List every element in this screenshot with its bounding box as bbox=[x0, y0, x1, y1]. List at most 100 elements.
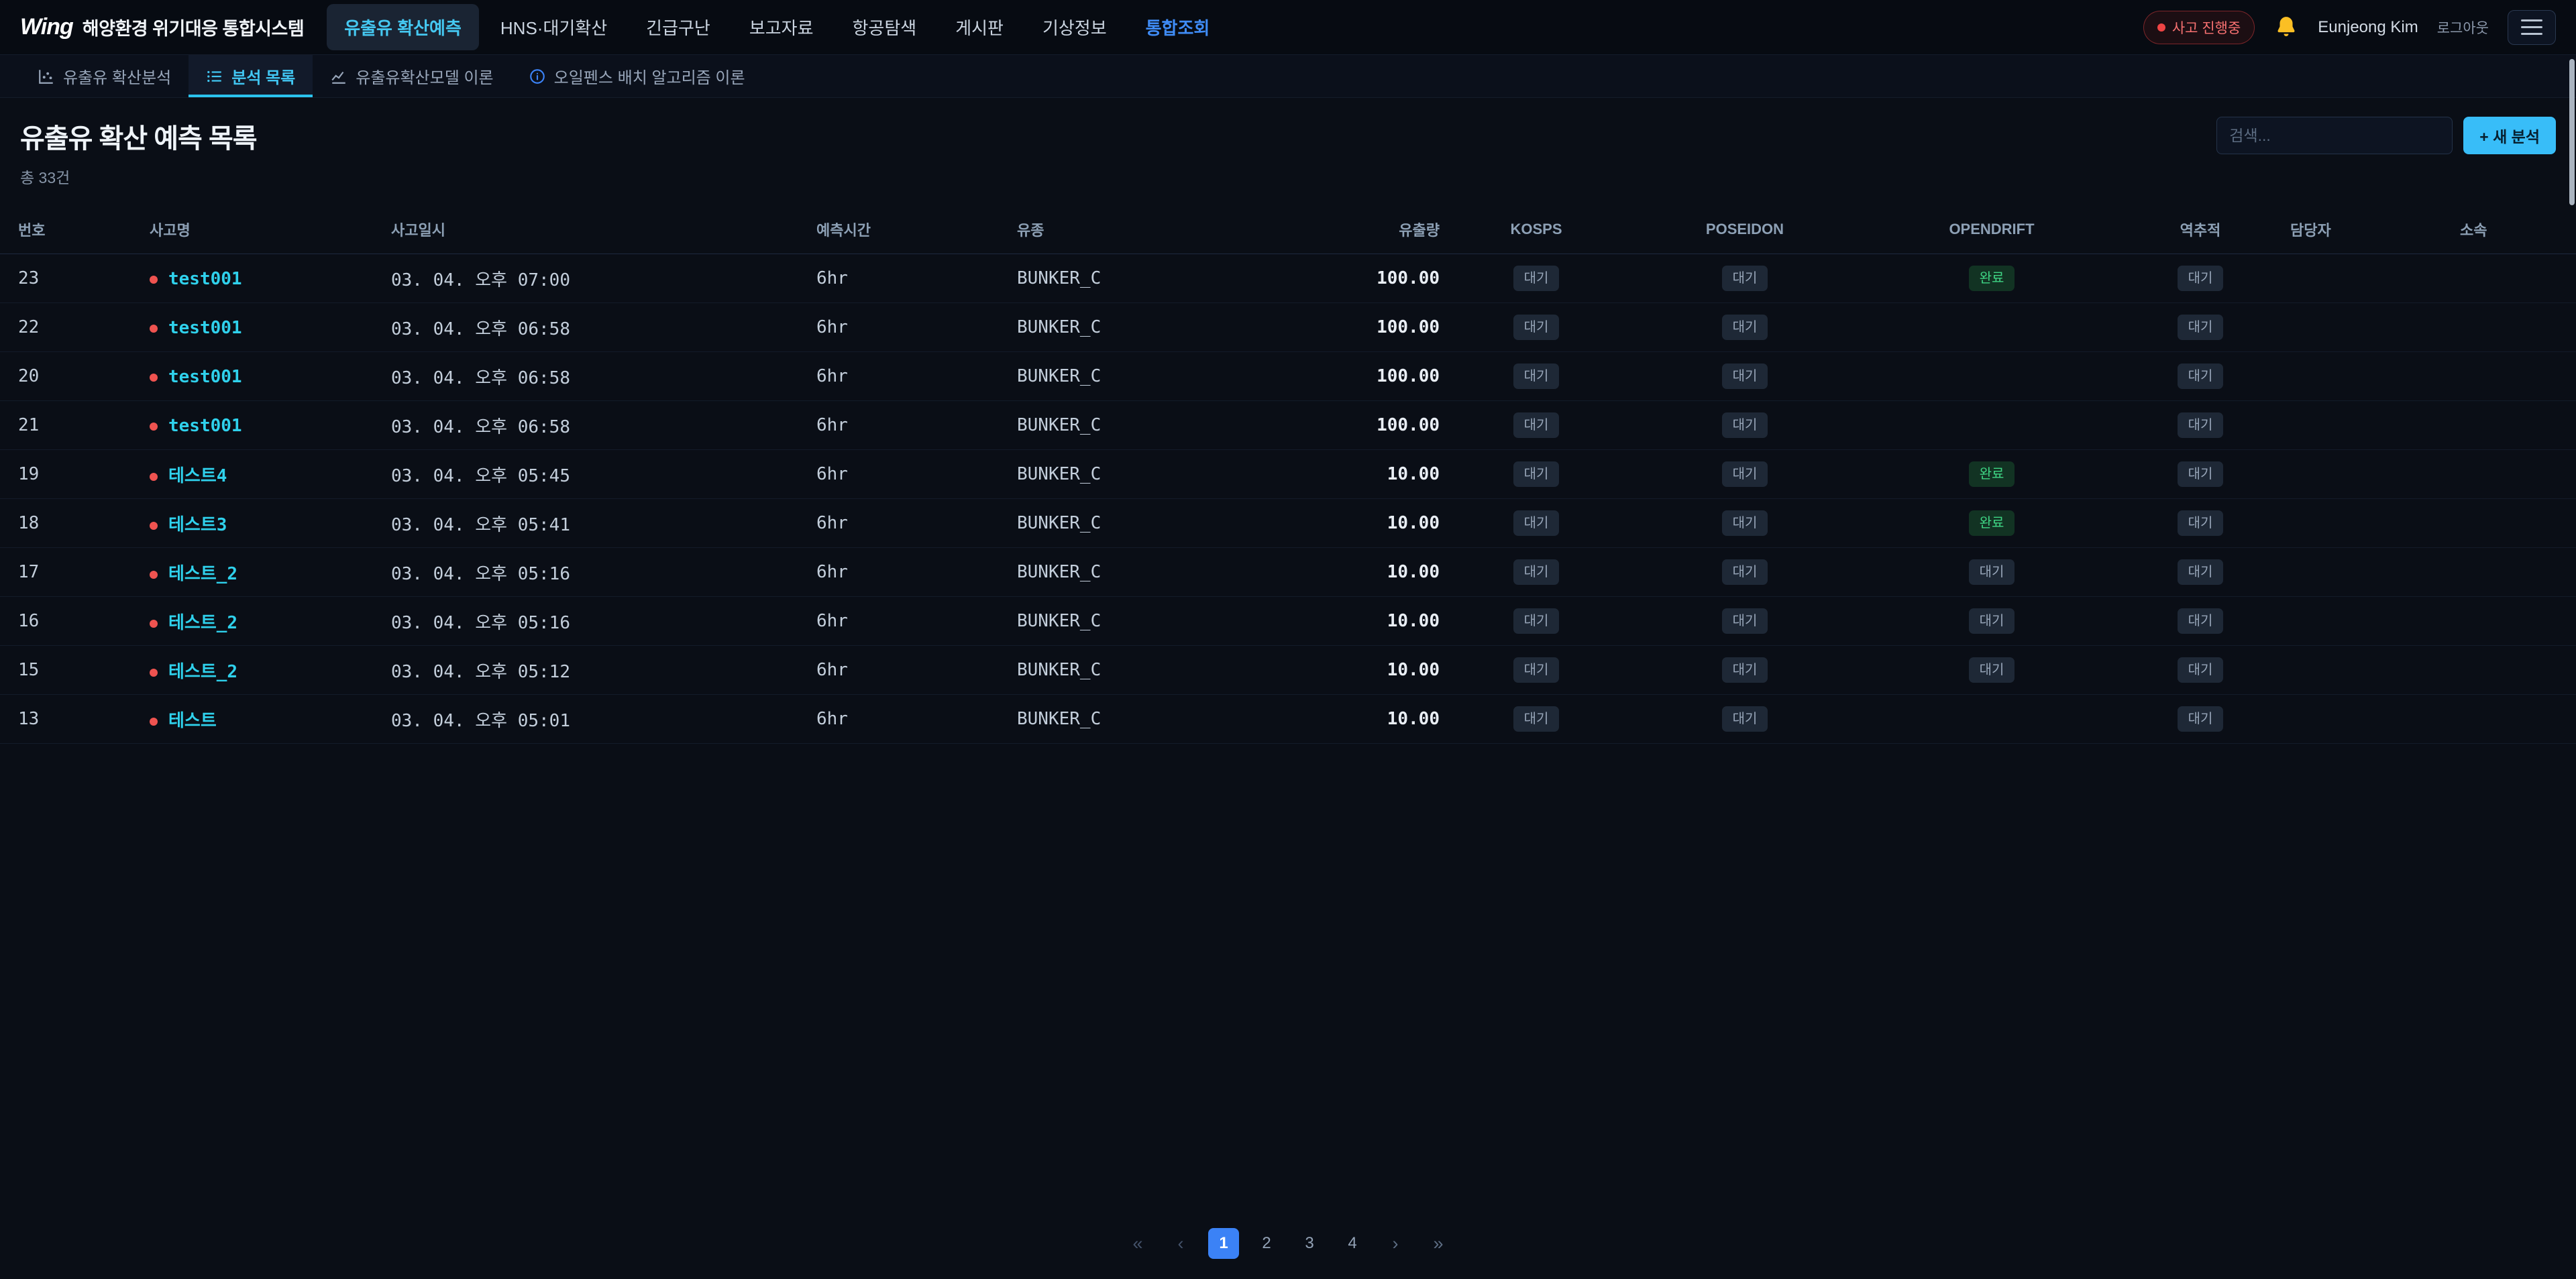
nav-item-emergency-rescue[interactable]: 긴급구난 bbox=[629, 4, 728, 50]
search-input[interactable] bbox=[2216, 117, 2453, 154]
pagination-prev[interactable]: ‹ bbox=[1165, 1228, 1196, 1259]
scrollbar-thumb[interactable] bbox=[2569, 59, 2575, 205]
cell-no: 19 bbox=[0, 450, 150, 499]
brand-logo: Wing bbox=[20, 14, 73, 40]
status-badge: 대기 bbox=[1513, 412, 1560, 438]
incident-link[interactable]: test001 bbox=[168, 367, 242, 387]
cell-kosps: 대기 bbox=[1440, 695, 1633, 744]
status-badge: 대기 bbox=[1513, 559, 1560, 585]
cell-datetime: 03. 04. 오후 05:41 bbox=[391, 499, 816, 548]
incident-link[interactable]: 테스트4 bbox=[168, 466, 227, 486]
status-badge: 대기 bbox=[1722, 706, 1768, 732]
incident-link[interactable]: 테스트_2 bbox=[168, 564, 237, 584]
nav-item-weather-info[interactable]: 기상정보 bbox=[1025, 4, 1124, 50]
cell-duration: 6hr bbox=[816, 597, 1017, 646]
cell-poseidon: 대기 bbox=[1633, 695, 1857, 744]
cell-affiliation bbox=[2442, 450, 2576, 499]
cell-duration: 6hr bbox=[816, 254, 1017, 303]
nav-item-reports[interactable]: 보고자료 bbox=[732, 4, 831, 50]
cell-manager bbox=[2274, 548, 2442, 597]
incident-in-progress-badge: 사고 진행중 bbox=[2143, 11, 2255, 44]
cell-manager bbox=[2274, 695, 2442, 744]
pagination: « ‹ 1 2 3 4 › » bbox=[0, 1212, 2576, 1279]
cell-opendrift: 대기 bbox=[1857, 597, 2127, 646]
table-row: 15테스트_203. 04. 오후 05:126hrBUNKER_C10.00대… bbox=[0, 646, 2576, 695]
incident-link[interactable]: 테스트_2 bbox=[168, 613, 237, 633]
cell-kosps: 대기 bbox=[1440, 450, 1633, 499]
incident-link[interactable]: test001 bbox=[168, 318, 242, 338]
cell-poseidon: 대기 bbox=[1633, 597, 1857, 646]
nav-item-integrated-search[interactable]: 통합조회 bbox=[1128, 4, 1228, 50]
tab-oil-spill-analysis[interactable]: 유출유 확산분석 bbox=[20, 55, 189, 97]
table-row: 13테스트03. 04. 오후 05:016hrBUNKER_C10.00대기대… bbox=[0, 695, 2576, 744]
incident-badge-label: 사고 진행중 bbox=[2172, 17, 2241, 38]
status-badge: 완료 bbox=[1969, 510, 2015, 536]
tab-oilfence-algorithm-theory[interactable]: 오일펜스 배치 알고리즘 이론 bbox=[511, 55, 763, 97]
cell-manager bbox=[2274, 450, 2442, 499]
incident-link[interactable]: test001 bbox=[168, 269, 242, 289]
cell-poseidon: 대기 bbox=[1633, 450, 1857, 499]
cell-amount: 10.00 bbox=[1319, 499, 1440, 548]
cell-amount: 10.00 bbox=[1319, 695, 1440, 744]
nav-item-hns-diffusion[interactable]: HNS·대기확산 bbox=[483, 4, 625, 50]
cell-manager bbox=[2274, 254, 2442, 303]
incident-status-dot-icon bbox=[150, 522, 158, 530]
incident-status-dot-icon bbox=[150, 374, 158, 382]
pagination-last[interactable]: » bbox=[1423, 1228, 1454, 1259]
pagination-page-1[interactable]: 1 bbox=[1208, 1228, 1239, 1259]
cell-opendrift bbox=[1857, 303, 2127, 352]
incident-link[interactable]: 테스트3 bbox=[168, 515, 227, 535]
cell-amount: 100.00 bbox=[1319, 352, 1440, 401]
logout-button[interactable]: 로그아웃 bbox=[2437, 17, 2489, 38]
cell-affiliation bbox=[2442, 695, 2576, 744]
cell-no: 13 bbox=[0, 695, 150, 744]
nav-item-board[interactable]: 게시판 bbox=[938, 4, 1021, 50]
cell-datetime: 03. 04. 오후 06:58 bbox=[391, 401, 816, 450]
cell-poseidon: 대기 bbox=[1633, 499, 1857, 548]
incident-status-dot-icon bbox=[150, 473, 158, 481]
pagination-first[interactable]: « bbox=[1122, 1228, 1153, 1259]
cell-no: 21 bbox=[0, 401, 150, 450]
status-badge: 대기 bbox=[1722, 364, 1768, 389]
brand[interactable]: Wing 해양환경 위기대응 통합시스템 bbox=[20, 14, 304, 40]
cell-duration: 6hr bbox=[816, 401, 1017, 450]
cell-poseidon: 대기 bbox=[1633, 646, 1857, 695]
tab-label: 유출유확산모델 이론 bbox=[356, 64, 493, 88]
pagination-page-3[interactable]: 3 bbox=[1294, 1228, 1325, 1259]
status-badge: 대기 bbox=[1513, 706, 1560, 732]
scatter-chart-icon bbox=[38, 68, 55, 85]
pagination-page-2[interactable]: 2 bbox=[1251, 1228, 1282, 1259]
table-header-row: 번호사고명사고일시예측시간유종유출량KOSPSPOSEIDONOPENDRIFT… bbox=[0, 204, 2576, 254]
nav-item-oil-spill-prediction[interactable]: 유출유 확산예측 bbox=[327, 4, 479, 50]
cell-poseidon: 대기 bbox=[1633, 303, 1857, 352]
hamburger-menu-button[interactable] bbox=[2508, 10, 2556, 45]
cell-kosps: 대기 bbox=[1440, 499, 1633, 548]
cell-name: 테스트_2 bbox=[150, 646, 391, 695]
app-title: 해양환경 위기대응 통합시스템 bbox=[83, 14, 304, 40]
status-badge: 대기 bbox=[1722, 461, 1768, 487]
pagination-page-4[interactable]: 4 bbox=[1337, 1228, 1368, 1259]
cell-name: test001 bbox=[150, 303, 391, 352]
pagination-next[interactable]: › bbox=[1380, 1228, 1411, 1259]
cell-affiliation bbox=[2442, 646, 2576, 695]
cell-opendrift: 완료 bbox=[1857, 450, 2127, 499]
cell-affiliation bbox=[2442, 499, 2576, 548]
new-analysis-button[interactable]: + 새 분석 bbox=[2463, 117, 2556, 154]
tab-diffusion-model-theory[interactable]: 유출유확산모델 이론 bbox=[313, 55, 511, 97]
incident-status-dot-icon bbox=[150, 276, 158, 284]
cell-datetime: 03. 04. 오후 05:16 bbox=[391, 548, 816, 597]
tab-analysis-list[interactable]: 분석 목록 bbox=[189, 55, 313, 97]
table-row: 20test00103. 04. 오후 06:586hrBUNKER_C100.… bbox=[0, 352, 2576, 401]
cell-kosps: 대기 bbox=[1440, 254, 1633, 303]
cell-duration: 6hr bbox=[816, 450, 1017, 499]
nav-item-aerial-search[interactable]: 항공탐색 bbox=[835, 4, 934, 50]
cell-affiliation bbox=[2442, 352, 2576, 401]
notifications-button[interactable] bbox=[2273, 15, 2299, 40]
cell-duration: 6hr bbox=[816, 303, 1017, 352]
status-badge: 대기 bbox=[1513, 461, 1560, 487]
incident-link[interactable]: test001 bbox=[168, 416, 242, 436]
incident-link[interactable]: 테스트 bbox=[168, 711, 217, 731]
hamburger-icon bbox=[2521, 19, 2542, 21]
cell-opendrift: 대기 bbox=[1857, 548, 2127, 597]
incident-link[interactable]: 테스트_2 bbox=[168, 662, 237, 682]
